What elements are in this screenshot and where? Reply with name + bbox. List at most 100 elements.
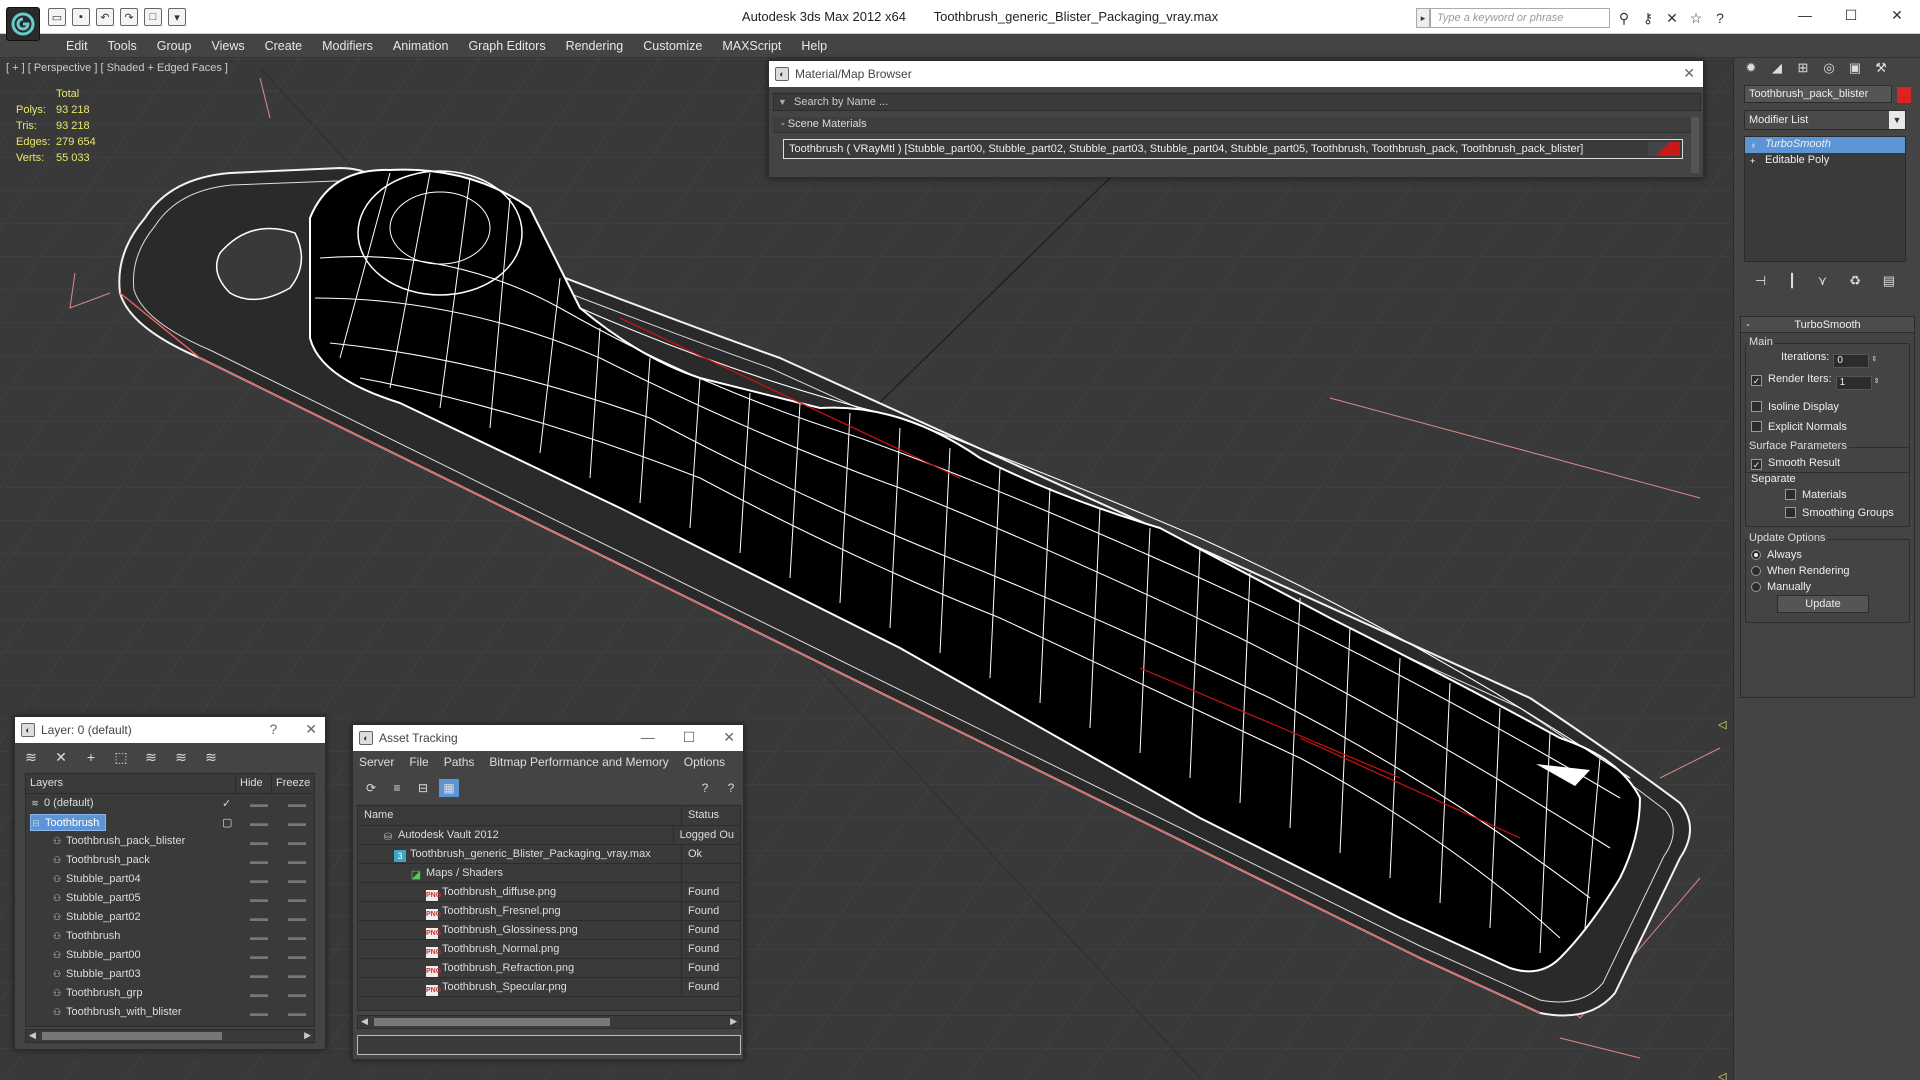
layer-row[interactable]: ⚇ Toothbrush_grp ▬▬ ▬▬ (26, 984, 314, 1003)
stack-item-editable-poly[interactable]: + Editable Poly (1745, 153, 1905, 169)
scroll-right-icon[interactable]: ▶ (730, 1016, 737, 1027)
close-icon[interactable]: ✕ (305, 721, 317, 738)
tree-view-icon[interactable]: ⊟ (413, 779, 433, 797)
column-header-layers[interactable]: Layers (26, 774, 236, 793)
freeze-toggle[interactable]: ▬▬ (288, 856, 306, 866)
object-color-swatch[interactable] (1897, 87, 1911, 103)
hide-toggle[interactable]: ▬▬ (250, 837, 268, 847)
layer-row[interactable]: ≋ 0 (default) ✓ ▬▬ ▬▬ (26, 794, 314, 813)
asset-tracking-titlebar[interactable]: ◐ Asset Tracking — ☐ ✕ (353, 725, 743, 751)
remove-modifier-icon[interactable]: ♻ (1849, 273, 1861, 289)
menu-item-views[interactable]: Views (201, 34, 254, 58)
layer-name[interactable]: ⚇ Stubble_part00 (52, 947, 147, 964)
layer-name[interactable]: ⚇ Toothbrush_grp (52, 985, 148, 1002)
asset-row[interactable]: PNGToothbrush_Refraction.png Found (358, 959, 740, 978)
layer-name[interactable]: ≋ 0 (default) (30, 795, 100, 812)
layer-row[interactable]: ⚇ Toothbrush ▬▬ ▬▬ (26, 927, 314, 946)
make-unique-icon[interactable]: ⋎ (1818, 273, 1828, 289)
layer-row[interactable]: ⚇ Stubble_part04 ▬▬ ▬▬ (26, 870, 314, 889)
render-iters-spinner[interactable]: 1 (1835, 376, 1872, 390)
manually-radio[interactable] (1751, 582, 1761, 592)
menu-item-graph-editors[interactable]: Graph Editors (458, 34, 555, 58)
modify-tab-icon[interactable]: ◢ (1766, 58, 1788, 78)
hierarchy-tab-icon[interactable]: ⊞ (1792, 58, 1814, 78)
asset-row[interactable]: PNGToothbrush_diffuse.png Found (358, 883, 740, 902)
hide-toggle[interactable]: ▬▬ (250, 913, 268, 923)
layer-name[interactable]: ⚇ Toothbrush_pack (52, 852, 156, 869)
layer-row[interactable]: ⚇ Toothbrush_with_blister ▬▬ ▬▬ (26, 1003, 314, 1022)
layer-horizontal-scrollbar[interactable]: ◀ ▶ (25, 1029, 315, 1043)
layer-row[interactable]: ⊟ Toothbrush ▢ ▬▬ ▬▬ (26, 813, 314, 832)
binoculars-icon[interactable]: ⚲ (1614, 8, 1634, 28)
hide-toggle[interactable]: ▬▬ (250, 989, 268, 999)
smoothing-groups-checkbox[interactable] (1785, 507, 1796, 518)
freeze-toggle[interactable]: ▬▬ (288, 913, 306, 923)
expand-plus-icon[interactable]: + (1750, 156, 1760, 166)
scroll-left-icon[interactable]: ◀ (29, 1030, 36, 1041)
options-help-icon[interactable]: ? (721, 779, 741, 797)
modifier-list-dropdown[interactable]: Modifier List ▼ (1744, 110, 1906, 130)
freeze-toggle[interactable]: ▬▬ (288, 875, 306, 885)
active-layer-check-icon[interactable]: ✓ (222, 797, 231, 810)
app-logo-icon[interactable] (6, 7, 40, 41)
layer-name[interactable]: ⚇ Stubble_part02 (52, 909, 147, 926)
freeze-toggle[interactable]: ▬▬ (288, 799, 306, 809)
pin-stack-icon[interactable]: ⊣ (1755, 273, 1766, 289)
freeze-toggle[interactable]: ▬▬ (288, 970, 306, 980)
column-header-hide[interactable]: Hide (236, 774, 272, 793)
asset-menu-paths[interactable]: Paths (444, 755, 475, 769)
viewport-label[interactable]: [ + ] [ Perspective ] [ Shaded + Edged F… (6, 62, 228, 74)
close-icon[interactable]: ✕ (1683, 65, 1695, 82)
delete-layer-icon[interactable]: ✕ (51, 747, 71, 767)
layer-name[interactable]: ⚇ Stubble_part03 (52, 966, 147, 983)
spinner-arrows-icon[interactable]: ⇕ (1874, 377, 1882, 385)
minimize-icon[interactable]: — (641, 729, 655, 746)
layer-name[interactable]: ⚇ Stubble_part04 (52, 871, 147, 888)
list-view-icon[interactable]: ≡ (387, 779, 407, 797)
menu-item-customize[interactable]: Customize (633, 34, 712, 58)
highlight-layer-icon[interactable]: ≋ (141, 747, 161, 767)
layer-row[interactable]: ⚇ Toothbrush_pack_blister ▬▬ ▬▬ (26, 832, 314, 851)
help-icon[interactable]: ? (1710, 8, 1730, 28)
layer-row[interactable]: ⚇ Stubble_part05 ▬▬ ▬▬ (26, 889, 314, 908)
menu-item-help[interactable]: Help (791, 34, 837, 58)
close-icon[interactable]: ✕ (723, 729, 735, 746)
menu-item-animation[interactable]: Animation (383, 34, 459, 58)
stack-item-turbosmooth[interactable]: ♁ TurboSmooth (1745, 137, 1905, 153)
column-header-name[interactable]: Name (358, 806, 682, 825)
scrollbar-thumb[interactable] (374, 1018, 610, 1026)
maximize-icon[interactable]: ☐ (683, 729, 696, 746)
asset-row[interactable]: PNGToothbrush_Normal.png Found (358, 940, 740, 959)
hide-toggle[interactable]: ▬▬ (250, 856, 268, 866)
maximize-button[interactable]: ☐ (1828, 0, 1874, 30)
column-header-freeze[interactable]: Freeze (272, 774, 312, 793)
layer-name[interactable]: ⚇ Stubble_part05 (52, 890, 147, 907)
layer-name[interactable]: ⚇ Toothbrush_pack_blister (52, 833, 191, 850)
layer-row[interactable]: ⚇ Stubble_part03 ▬▬ ▬▬ (26, 965, 314, 984)
layer-row[interactable]: ⚇ Stubble_part00 ▬▬ ▬▬ (26, 946, 314, 965)
spinner-arrows-icon[interactable]: ⇕ (1871, 355, 1879, 363)
freeze-toggle[interactable]: ▬▬ (288, 818, 306, 828)
menu-item-group[interactable]: Group (147, 34, 202, 58)
column-header-status[interactable]: Status (682, 806, 725, 825)
hide-toggle[interactable]: ▬▬ (250, 970, 268, 980)
create-tab-icon[interactable]: ✹ (1740, 58, 1762, 78)
layer-name[interactable]: ⊟ Toothbrush (30, 814, 107, 831)
material-entry[interactable]: Toothbrush ( VRayMtl ) [Stubble_part00, … (783, 139, 1683, 159)
when-rendering-radio[interactable] (1751, 566, 1761, 576)
scrollbar-thumb[interactable] (42, 1032, 222, 1040)
material-search-input[interactable]: ▼ Search by Name ... (773, 93, 1701, 111)
asset-horizontal-scrollbar[interactable]: ◀ ▶ (357, 1015, 741, 1029)
material-scrollbar[interactable] (1691, 117, 1699, 173)
freeze-toggle[interactable]: ▬▬ (288, 837, 306, 847)
freeze-toggle[interactable]: ▬▬ (288, 932, 306, 942)
refresh-icon[interactable]: ⟳ (361, 779, 381, 797)
show-end-result-icon[interactable]: ┃ (1788, 273, 1796, 289)
freeze-all-icon[interactable]: ≋ (201, 747, 221, 767)
hide-toggle[interactable]: ▬▬ (250, 1008, 268, 1018)
scene-materials-header[interactable]: - Scene Materials (773, 117, 1691, 133)
freeze-toggle[interactable]: ▬▬ (288, 894, 306, 904)
keyword-search-input[interactable]: Type a keyword or phrase (1430, 8, 1610, 28)
asset-menu-bitmap-performance-and-memory[interactable]: Bitmap Performance and Memory (489, 755, 668, 769)
hide-toggle[interactable]: ▬▬ (250, 818, 268, 828)
